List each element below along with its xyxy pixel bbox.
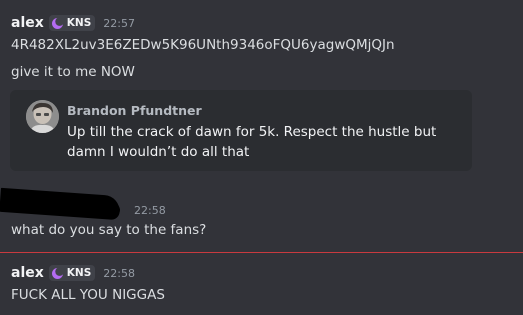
chat-view: alex KNS 22:57 4R482XL2uv3E6ZEDw5K96UNth… — [0, 0, 523, 315]
timestamp[interactable]: 22:57 — [103, 17, 135, 30]
new-messages-divider — [0, 252, 523, 253]
message-text: 4R482XL2uv3E6ZEDw5K96UNth9346oFQU6yagwQM… — [11, 37, 395, 53]
message-header: 22:58 — [126, 200, 166, 220]
server-tag-label: KNS — [66, 267, 92, 279]
message-text: give it to me NOW — [11, 64, 135, 80]
embed-description: Up till the crack of dawn for 5k. Respec… — [67, 124, 437, 160]
crescent-moon-icon — [51, 266, 64, 280]
timestamp[interactable]: 22:58 — [134, 204, 166, 217]
crescent-moon-icon — [51, 16, 64, 30]
server-tag[interactable]: KNS — [48, 15, 96, 31]
message-text: FUCK ALL YOU NIGGAS — [11, 287, 165, 303]
redaction-mark — [60, 204, 120, 216]
message-header: alex KNS 22:58 — [11, 263, 135, 283]
message-header: alex KNS 22:57 — [11, 13, 135, 33]
server-tag-label: KNS — [66, 17, 92, 29]
author-name[interactable]: alex — [11, 15, 44, 31]
embed-author-name[interactable]: Brandon Pfundtner — [67, 103, 202, 118]
author-name[interactable]: alex — [11, 265, 44, 281]
message-text: what do you say to the fans? — [11, 222, 207, 238]
avatar[interactable] — [26, 100, 59, 133]
server-tag[interactable]: KNS — [48, 265, 96, 281]
timestamp[interactable]: 22:58 — [103, 267, 135, 280]
message-embed[interactable]: Brandon Pfundtner Up till the crack of d… — [10, 90, 472, 171]
